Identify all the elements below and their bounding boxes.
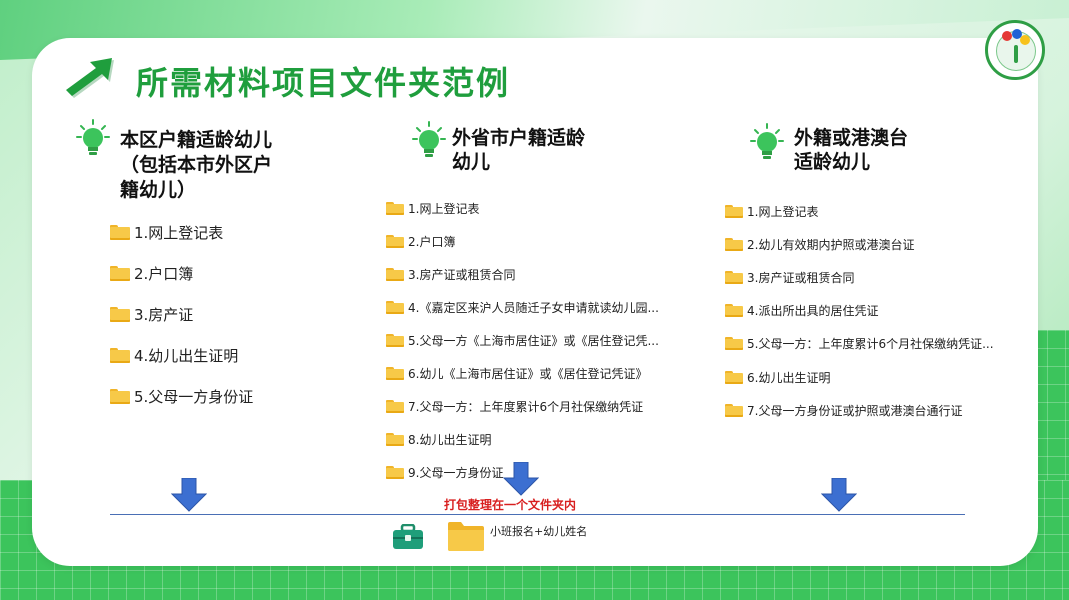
list-item[interactable]: 4.派出所出具的居住凭证 — [725, 302, 878, 319]
list-item[interactable]: 5.父母一方：上年度累计6个月社保缴纳凭证... — [725, 335, 994, 352]
down-arrow-icon — [171, 478, 207, 512]
down-arrow-icon — [821, 478, 857, 512]
folder-icon — [386, 334, 404, 347]
folder-icon — [386, 466, 404, 479]
folder-icon — [110, 266, 130, 281]
column-heading-line-1: 外省市户籍适龄 — [452, 127, 586, 149]
divider-line — [110, 514, 965, 515]
list-item[interactable]: 4.幼儿出生证明 — [110, 345, 238, 366]
bulb-icon — [76, 119, 110, 155]
list-item[interactable]: 1.网上登记表 — [110, 222, 223, 243]
column-heading-line-2: （包括本市外区户 — [120, 154, 273, 176]
folder-icon — [386, 433, 404, 446]
folder-icon — [725, 371, 743, 384]
folder-icon[interactable] — [447, 520, 485, 552]
folder-icon — [725, 404, 743, 417]
list-item[interactable]: 2.幼儿有效期内护照或港澳台证 — [725, 236, 914, 253]
list-item[interactable]: 5.父母一方身份证 — [110, 386, 253, 407]
list-item[interactable]: 4.《嘉定区来沪人员随迁子女申请就读幼儿园... — [386, 299, 659, 316]
list-item[interactable]: 8.幼儿出生证明 — [386, 431, 491, 448]
list-item[interactable]: 1.网上登记表 — [725, 203, 818, 220]
folder-icon — [110, 225, 130, 240]
list-item[interactable]: 5.父母一方《上海市居住证》或《居住登记凭... — [386, 332, 659, 349]
folder-name-label: 小班报名+幼儿姓名 — [490, 525, 588, 538]
list-item[interactable]: 3.房产证或租赁合同 — [725, 269, 854, 286]
list-item[interactable]: 7.父母一方：上年度累计6个月社保缴纳凭证 — [386, 398, 643, 415]
folder-icon — [386, 367, 404, 380]
folder-icon — [386, 268, 404, 281]
toolbox-icon — [393, 524, 423, 549]
column-heading-line-2: 幼儿 — [452, 151, 491, 173]
column-heading-line-2: 适龄幼儿 — [794, 151, 871, 173]
folder-icon — [725, 304, 743, 317]
bulb-icon — [412, 121, 446, 157]
folder-icon — [386, 202, 404, 215]
column-heading-line-1: 外籍或港澳台 — [794, 127, 909, 149]
list-item[interactable]: 3.房产证 — [110, 304, 193, 325]
folder-icon — [725, 205, 743, 218]
folder-icon — [110, 389, 130, 404]
folder-icon — [110, 348, 130, 363]
list-item[interactable]: 3.房产证或租赁合同 — [386, 266, 515, 283]
list-item[interactable]: 9.父母一方身份证 — [386, 464, 503, 481]
down-arrow-icon — [503, 462, 539, 496]
folder-icon — [725, 238, 743, 251]
list-item[interactable]: 6.幼儿出生证明 — [725, 369, 830, 386]
bulb-icon — [750, 123, 784, 159]
arrow-icon — [66, 58, 114, 98]
pack-instruction: 打包整理在一个文件夹内 — [444, 498, 577, 512]
list-item[interactable]: 7.父母一方身份证或护照或港澳台通行证 — [725, 402, 962, 419]
list-item[interactable]: 1.网上登记表 — [386, 200, 479, 217]
list-item[interactable]: 2.户口簿 — [110, 263, 193, 284]
list-item[interactable]: 2.户口簿 — [386, 233, 455, 250]
school-logo-icon — [985, 20, 1045, 80]
column-heading-line-1: 本区户籍适龄幼儿 — [120, 129, 273, 151]
list-item[interactable]: 6.幼儿《上海市居住证》或《居住登记凭证》 — [386, 365, 647, 382]
folder-icon — [386, 235, 404, 248]
folder-icon — [386, 400, 404, 413]
folder-icon — [110, 307, 130, 322]
folder-icon — [386, 301, 404, 314]
page-title: 所需材料项目文件夹范例 — [136, 64, 511, 102]
column-heading-line-3: 籍幼儿） — [120, 179, 197, 201]
folder-icon — [725, 337, 743, 350]
folder-icon — [725, 271, 743, 284]
